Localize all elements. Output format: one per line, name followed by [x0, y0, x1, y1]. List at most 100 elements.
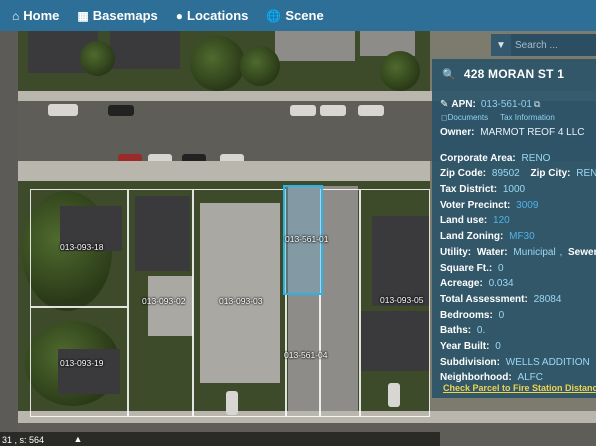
- parcel-label: 013-561-01: [285, 234, 329, 244]
- corporate-area-value: RENO: [521, 152, 551, 164]
- tax-information-link[interactable]: Tax Information: [500, 113, 555, 122]
- documents-link[interactable]: ◻Documents: [441, 113, 488, 122]
- zoom-in-icon[interactable]: 🔍: [442, 68, 456, 81]
- sewer-label: Sewer:: [568, 246, 596, 258]
- land-use-link[interactable]: 120: [493, 215, 510, 226]
- parcel-info-panel: 🔍 428 MORAN ST 1 ✎ APN: 013-561-01 ⧉ ◻Do…: [432, 59, 596, 398]
- tree: [190, 36, 245, 91]
- nav-locations[interactable]: ● Locations: [176, 8, 249, 23]
- top-nav: ⌂ Home ▦ Basemaps ● Locations 🌐 Scene: [0, 0, 596, 31]
- building-roof: [110, 31, 180, 69]
- tree: [80, 41, 115, 76]
- square-ft-row: Square Ft.: 0: [440, 261, 596, 277]
- nav-scene-label: Scene: [285, 8, 324, 23]
- square-ft-value: 0: [498, 262, 504, 274]
- total-assessment-value: 28084: [533, 293, 562, 305]
- caret-up-icon[interactable]: ▲: [72, 434, 84, 446]
- total-assessment-row: Total Assessment: 28084: [440, 292, 596, 308]
- car: [320, 105, 346, 116]
- bedrooms-row: Bedrooms: 0: [440, 308, 596, 324]
- map-status-bar: [0, 432, 440, 446]
- land-zoning-label: Land Zoning:: [440, 231, 504, 243]
- home-icon: ⌂: [12, 8, 20, 23]
- zip-code-value: 89502: [491, 168, 520, 180]
- corporate-area-row: Corporate Area: RENO: [440, 151, 596, 167]
- voter-precinct-row: Voter Precinct: 3009: [440, 198, 596, 214]
- year-built-value: 0: [495, 340, 501, 352]
- bedrooms-value: 0: [498, 309, 505, 321]
- acreage-label: Acreage:: [440, 278, 483, 290]
- globe-icon: 🌐: [266, 8, 282, 23]
- tax-district-label: Tax District:: [440, 184, 498, 196]
- fire-station-distance-link[interactable]: Check Parcel to Fire Station Distance: [443, 383, 596, 393]
- owner-label: Owner:: [440, 127, 475, 138]
- map-pin-icon: ●: [175, 8, 184, 23]
- neighborhood-label: Neighborhood:: [440, 372, 512, 384]
- parcel-label: 013-093-05: [380, 295, 424, 305]
- zip-row: Zip Code: 89502 Zip City: RENO: [440, 166, 596, 182]
- bedrooms-label: Bedrooms:: [440, 309, 493, 321]
- tax-district-row: Tax District: 1000: [440, 182, 596, 198]
- parcel-label: 013-093-03: [219, 296, 263, 306]
- parcel-address: 428 MORAN ST 1: [463, 67, 565, 81]
- land-zoning-link[interactable]: MF30: [509, 231, 535, 242]
- panel-header: 🔍 428 MORAN ST 1: [432, 59, 596, 81]
- baths-value: 0.: [476, 325, 486, 337]
- parcel-label: 013-093-02: [142, 296, 186, 306]
- acreage-row: Acreage: 0.034: [440, 276, 596, 292]
- acreage-value: 0.034: [488, 278, 514, 290]
- owner-row: Owner: MARMOT REOF 4 LLC: [440, 125, 596, 141]
- grid-icon: ▦: [77, 8, 89, 23]
- voter-precinct-link[interactable]: 3009: [516, 200, 538, 211]
- zip-code-label: Zip Code:: [440, 168, 487, 180]
- utility-label: Utility:: [440, 246, 472, 258]
- subdivision-value: WELLS ADDITION: [505, 356, 590, 368]
- cross-street: [0, 31, 18, 446]
- year-built-label: Year Built:: [440, 340, 490, 352]
- utility-row: Utility: Water: Municipal , Sewer: Mu: [440, 245, 596, 261]
- voter-precinct-label: Voter Precinct:: [440, 199, 511, 211]
- copy-icon[interactable]: ⧉: [534, 99, 540, 110]
- chevron-down-icon[interactable]: ▼: [491, 40, 511, 51]
- car: [48, 104, 78, 116]
- subdivision-row: Subdivision: WELLS ADDITION: [440, 355, 596, 371]
- documents-label: Documents: [447, 113, 489, 122]
- land-zoning-row: Land Zoning: MF30: [440, 229, 596, 245]
- water-value: Municipal: [513, 246, 556, 258]
- zip-city-value: RENO: [576, 168, 596, 180]
- nav-scene[interactable]: 🌐 Scene: [266, 8, 323, 23]
- nav-basemaps[interactable]: ▦ Basemaps: [77, 8, 157, 23]
- neighborhood-value: ALFC: [517, 372, 543, 384]
- baths-row: Baths: 0.: [440, 323, 596, 339]
- search-input[interactable]: [511, 34, 596, 56]
- water-label: Water:: [476, 246, 508, 258]
- apn-row: ✎ APN: 013-561-01 ⧉: [432, 81, 596, 110]
- utility-separator: ,: [559, 246, 563, 258]
- parcel-attributes: Owner: MARMOT REOF 4 LLC Corporate Area:…: [440, 125, 596, 386]
- nav-locations-label: Locations: [187, 8, 249, 23]
- car: [358, 105, 384, 116]
- land-use-label: Land use:: [440, 215, 488, 227]
- nav-home[interactable]: ⌂ Home: [12, 8, 59, 23]
- parcel-label: 013-093-19: [60, 358, 104, 368]
- tree: [380, 51, 420, 91]
- edit-icon[interactable]: ✎: [440, 99, 448, 110]
- year-built-row: Year Built: 0: [440, 339, 596, 355]
- coordinate-readout: 31 , s: 564: [2, 435, 45, 445]
- zip-city-label: Zip City:: [530, 168, 571, 180]
- car: [290, 105, 316, 116]
- doc-links: ◻Documents Tax Information: [432, 110, 596, 122]
- total-assessment-label: Total Assessment:: [440, 293, 528, 305]
- subdivision-label: Subdivision:: [440, 356, 500, 368]
- baths-label: Baths:: [440, 325, 472, 337]
- car: [108, 105, 134, 116]
- nav-basemaps-label: Basemaps: [92, 8, 158, 23]
- parcel-boundary[interactable]: [320, 189, 360, 417]
- parcel-label: 013-561-04: [284, 350, 328, 360]
- search-bar: ▼: [491, 34, 596, 56]
- land-use-row: Land use: 120: [440, 213, 596, 229]
- building-roof: [275, 31, 355, 61]
- apn-link[interactable]: 013-561-01: [481, 99, 532, 110]
- corporate-area-label: Corporate Area:: [440, 152, 516, 164]
- tax-district-value: 1000: [502, 184, 526, 196]
